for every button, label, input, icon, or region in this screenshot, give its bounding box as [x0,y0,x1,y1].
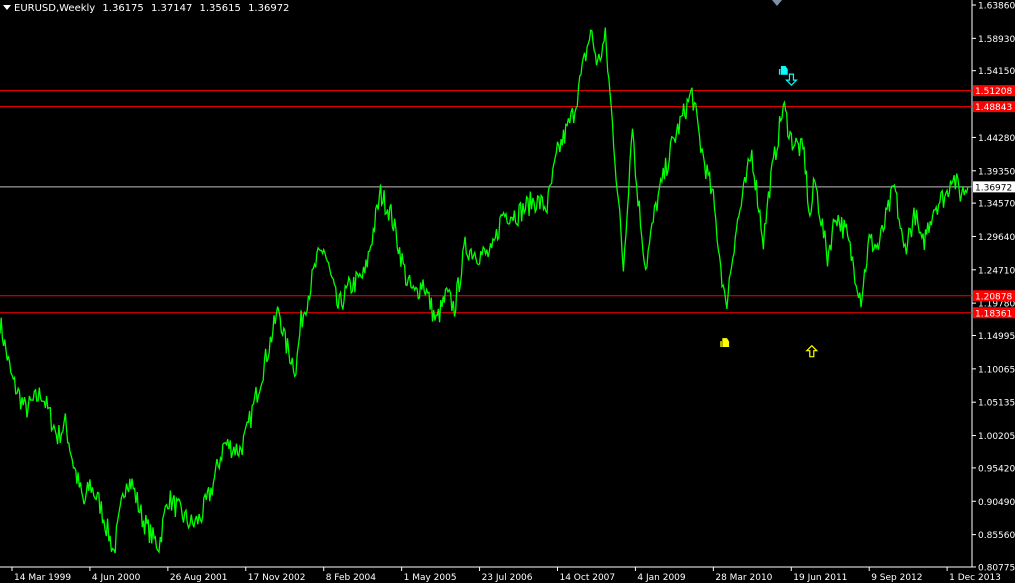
level-price-label: 1.18361 [975,309,1012,319]
y-tick-label: 1.63860 [978,2,1015,12]
x-tick-label: 1 Dec 2013 [949,573,1001,583]
y-tick-label: 1.10065 [978,365,1015,375]
x-tick-label: 14 Oct 2007 [559,573,615,583]
up-arrow-icon [805,344,819,358]
level-price-label: 1.51208 [975,87,1012,97]
open-value: 1.36175 [102,3,144,14]
current-price-label: 1.36972 [975,183,1012,193]
y-tick-label: 1.44280 [978,134,1015,144]
y-tick-label: 1.14995 [978,332,1015,342]
y-tick-label: 1.39350 [978,167,1015,177]
x-tick-label: 17 Nov 2002 [248,573,306,583]
y-tick-label: 0.90490 [978,498,1015,508]
x-tick-label: 23 Jul 2006 [482,573,533,583]
thumb-icon [778,65,788,75]
y-tick-label: 1.58930 [978,35,1015,45]
x-tick-label: 26 Aug 2001 [170,573,228,583]
y-tick-label: 1.24710 [978,266,1015,276]
chart-header: EURUSD,Weekly 1.36175 1.37147 1.35615 1.… [3,3,293,14]
x-tick-label: 28 Mar 2010 [715,573,772,583]
shift-marker-icon [772,0,782,6]
y-tick-label: 0.80775 [978,563,1015,573]
y-tick-label: 1.00205 [978,432,1015,442]
down-arrow-icon [784,73,798,86]
y-tick-label: 1.29640 [978,233,1015,243]
symbol-label: EURUSD,Weekly [14,3,96,14]
x-tick-label: 14 Mar 1999 [14,573,71,583]
x-tick-label: 4 Jan 2009 [637,573,685,583]
y-tick-label: 1.05135 [978,399,1015,409]
x-tick-label: 19 Jun 2011 [793,573,847,583]
low-value: 1.35615 [199,3,241,14]
level-price-label: 1.48843 [975,103,1012,113]
close-value: 1.36972 [248,3,290,14]
high-value: 1.37147 [150,3,193,14]
x-tick-label: 4 Jun 2000 [92,573,141,583]
x-tick-label: 1 May 2005 [404,573,457,583]
dropdown-triangle-icon[interactable] [3,5,11,10]
price-chart[interactable]: 1.63860 1.58930 1.54150 1.44280 1.39350 1.345… [0,0,1015,583]
level-price-label: 1.20878 [975,292,1012,302]
thumb-icon [720,338,730,347]
y-tick-label: 1.34570 [978,200,1015,210]
x-tick-label: 8 Feb 2004 [326,573,377,583]
y-tick-label: 0.95420 [978,464,1015,474]
y-tick-label: 0.85560 [978,531,1015,541]
x-tick-label: 9 Sep 2012 [871,573,922,583]
y-tick-label: 1.54150 [978,67,1015,77]
